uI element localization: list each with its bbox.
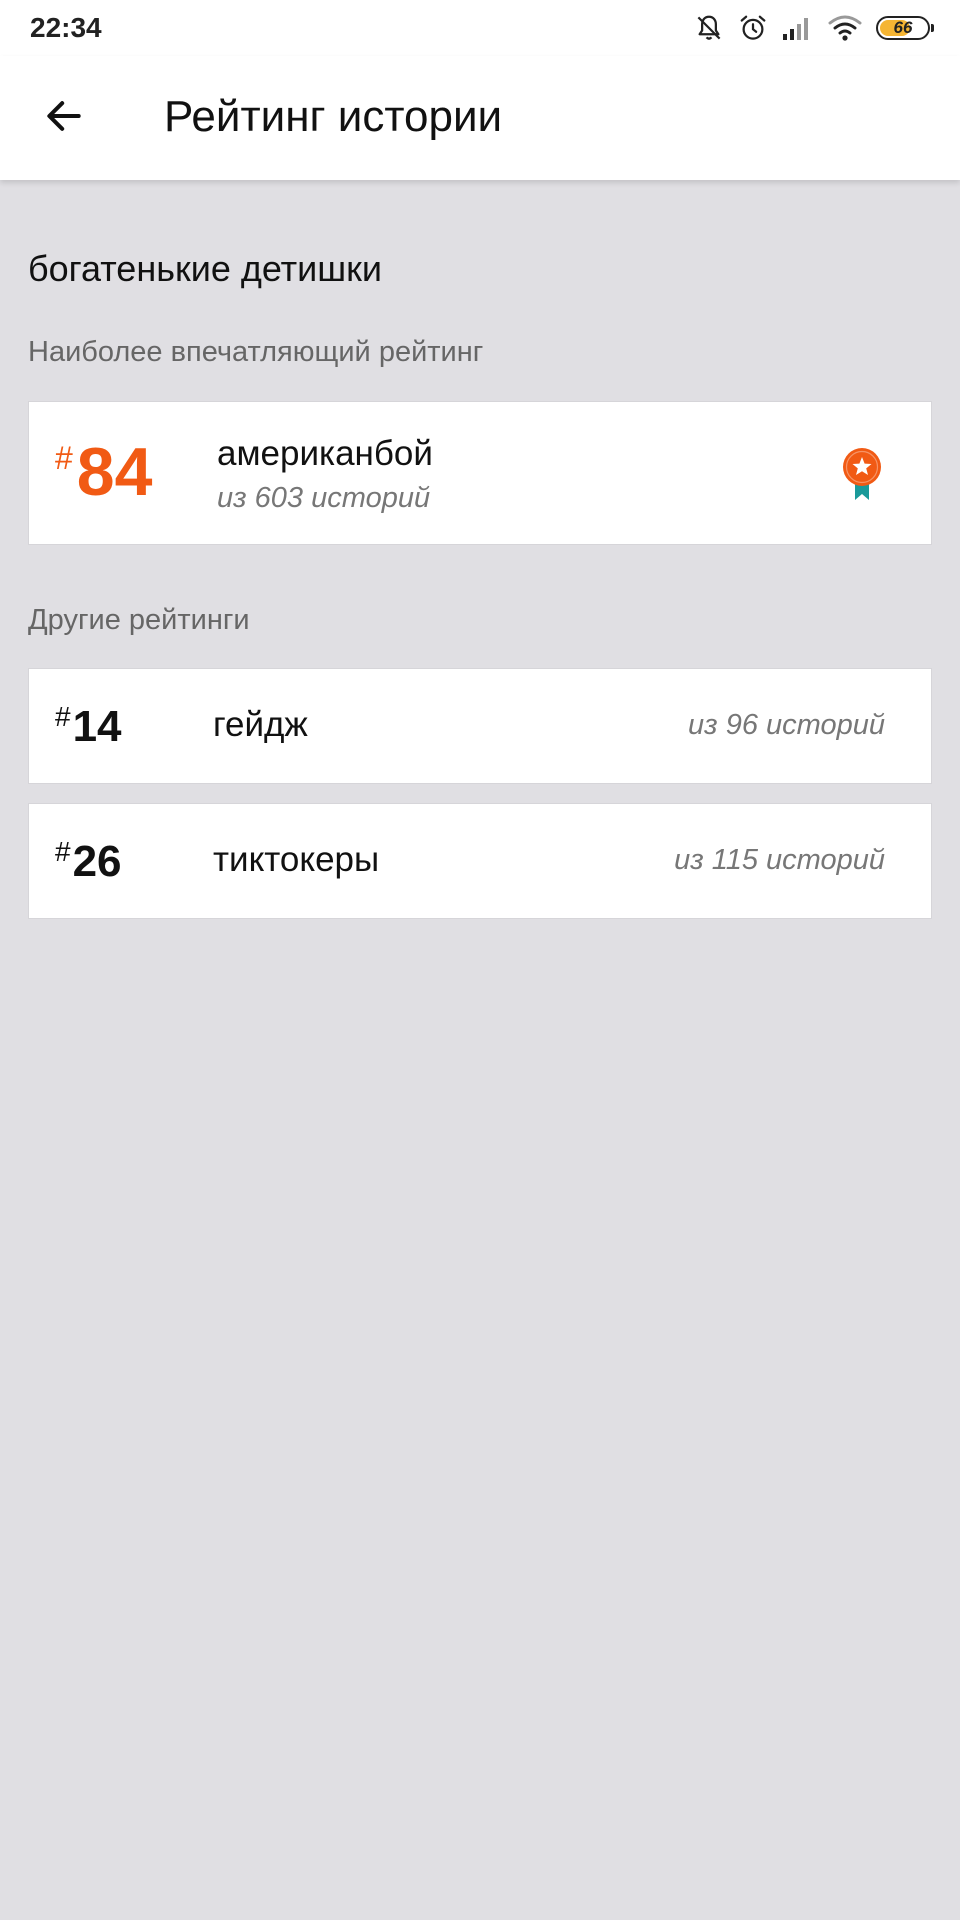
rank-number: 84	[76, 434, 153, 510]
arrow-left-icon	[47, 101, 81, 131]
bell-off-icon	[697, 15, 721, 40]
ranking-count: из 603 историй	[217, 482, 431, 514]
status-bar: 22:34 66	[0, 0, 960, 56]
wifi-icon	[828, 15, 862, 41]
back-button[interactable]	[28, 80, 100, 152]
rank: # 14	[55, 699, 122, 755]
rank-hash: #	[55, 440, 73, 476]
medal-icon	[843, 448, 881, 500]
battery-nub	[931, 24, 934, 32]
page-title: Рейтинг истории	[164, 92, 503, 141]
app-bar: Рейтинг истории	[0, 56, 960, 180]
best-rank: # 84	[55, 432, 152, 512]
battery-level: 66	[893, 18, 913, 37]
ranking-tag: американбой	[217, 434, 433, 473]
ranking-tag: гейдж	[213, 705, 308, 744]
rank-hash: #	[55, 836, 71, 867]
signal-icon	[783, 18, 808, 40]
rank: # 26	[55, 834, 122, 890]
alarm-icon	[740, 15, 766, 40]
ranking-count: из 115 историй	[674, 844, 885, 876]
rank-number: 26	[72, 837, 122, 886]
ranking-card[interactable]: # 26 тиктокеры из 115 историй	[28, 803, 932, 919]
rank-hash: #	[55, 701, 71, 732]
ranking-card[interactable]: # 14 гейдж из 96 историй	[28, 668, 932, 784]
ranking-count: из 96 историй	[688, 709, 885, 741]
battery-icon: 66	[876, 16, 934, 40]
story-title: богатенькие детишки	[28, 248, 383, 289]
ranking-tag: тиктокеры	[213, 840, 380, 879]
best-section-label: Наиболее впечатляющий рейтинг	[28, 336, 484, 368]
other-section-label: Другие рейтинги	[28, 604, 250, 636]
status-time: 22:34	[30, 12, 102, 43]
best-ranking-card[interactable]: # 84 американбой из 603 историй	[28, 401, 932, 545]
rank-number: 14	[72, 702, 122, 751]
status-icons: 66	[694, 10, 934, 46]
